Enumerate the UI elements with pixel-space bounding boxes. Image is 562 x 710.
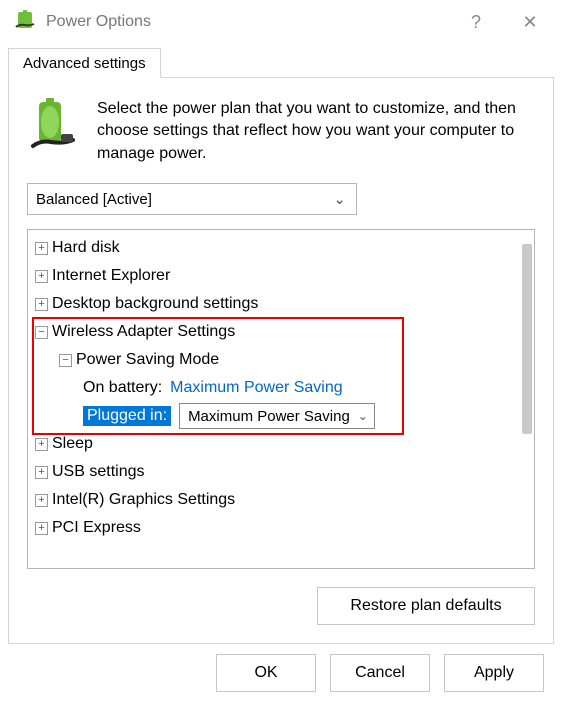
- close-button[interactable]: ✕: [508, 4, 552, 40]
- tree-item-pci-express[interactable]: + PCI Express: [31, 514, 531, 542]
- plugged-in-select[interactable]: Maximum Power Saving ⌄: [179, 403, 375, 429]
- battery-app-icon: [14, 9, 36, 35]
- tree-item-label: Desktop background settings: [52, 295, 258, 313]
- tab-advanced-settings[interactable]: Advanced settings: [8, 48, 161, 78]
- expand-icon[interactable]: +: [35, 242, 48, 255]
- tree-item-label: Power Saving Mode: [76, 351, 219, 369]
- collapse-icon[interactable]: −: [35, 326, 48, 339]
- tree-item-usb-settings[interactable]: + USB settings: [31, 458, 531, 486]
- settings-tree: + Hard disk + Internet Explorer + Deskto…: [27, 229, 535, 569]
- tree-item-power-saving-mode[interactable]: − Power Saving Mode: [31, 346, 531, 374]
- tree-item-internet-explorer[interactable]: + Internet Explorer: [31, 262, 531, 290]
- plugged-in-label: Plugged in:: [83, 406, 171, 426]
- tree-item-label: USB settings: [52, 463, 144, 481]
- help-button[interactable]: ?: [454, 4, 498, 40]
- restore-plan-defaults-button[interactable]: Restore plan defaults: [317, 587, 535, 625]
- window-title: Power Options: [46, 13, 444, 31]
- tree-item-hard-disk[interactable]: + Hard disk: [31, 234, 531, 262]
- tree-item-sleep[interactable]: + Sleep: [31, 430, 531, 458]
- tree-item-on-battery[interactable]: On battery: Maximum Power Saving: [31, 374, 531, 402]
- tabpanel: Select the power plan that you want to c…: [8, 78, 554, 644]
- intro-section: Select the power plan that you want to c…: [27, 98, 535, 169]
- tabstrip: Advanced settings: [0, 44, 562, 78]
- power-plan-select[interactable]: Balanced [Active] ⌄: [27, 183, 357, 215]
- expand-icon[interactable]: +: [35, 466, 48, 479]
- cancel-button[interactable]: Cancel: [330, 654, 430, 692]
- plugged-in-value: Maximum Power Saving: [188, 408, 350, 425]
- collapse-icon[interactable]: −: [59, 354, 72, 367]
- battery-plug-icon: [29, 98, 77, 160]
- tree-item-label: Intel(R) Graphics Settings: [52, 491, 235, 509]
- tree-item-label: Internet Explorer: [52, 267, 170, 285]
- on-battery-value[interactable]: Maximum Power Saving: [170, 379, 343, 397]
- expand-icon[interactable]: +: [35, 438, 48, 451]
- tree-item-intel-graphics[interactable]: + Intel(R) Graphics Settings: [31, 486, 531, 514]
- expand-icon[interactable]: +: [35, 522, 48, 535]
- tree-item-plugged-in[interactable]: Plugged in: Maximum Power Saving ⌄: [31, 402, 531, 430]
- power-options-dialog: Power Options ? ✕ Advanced settings Sele…: [0, 0, 562, 710]
- intro-text: Select the power plan that you want to c…: [97, 98, 529, 165]
- expand-icon[interactable]: +: [35, 298, 48, 311]
- titlebar: Power Options ? ✕: [0, 0, 562, 44]
- tree-item-wireless-adapter[interactable]: − Wireless Adapter Settings: [31, 318, 531, 346]
- power-plan-value: Balanced [Active]: [36, 191, 333, 208]
- expand-icon[interactable]: +: [35, 270, 48, 283]
- ok-button[interactable]: OK: [216, 654, 316, 692]
- on-battery-label: On battery:: [83, 379, 162, 397]
- chevron-down-icon: ⌄: [358, 409, 368, 423]
- expand-icon[interactable]: +: [35, 494, 48, 507]
- chevron-down-icon: ⌄: [333, 190, 346, 208]
- scrollbar-thumb[interactable]: [522, 244, 532, 434]
- tree-item-desktop-background[interactable]: + Desktop background settings: [31, 290, 531, 318]
- tree-item-label: Sleep: [52, 435, 93, 453]
- tree-item-label: PCI Express: [52, 519, 141, 537]
- apply-button[interactable]: Apply: [444, 654, 544, 692]
- tree-item-label: Hard disk: [52, 239, 120, 257]
- tree-item-label: Wireless Adapter Settings: [52, 323, 235, 341]
- restore-row: Restore plan defaults: [27, 583, 535, 625]
- dialog-footer: OK Cancel Apply: [0, 654, 562, 710]
